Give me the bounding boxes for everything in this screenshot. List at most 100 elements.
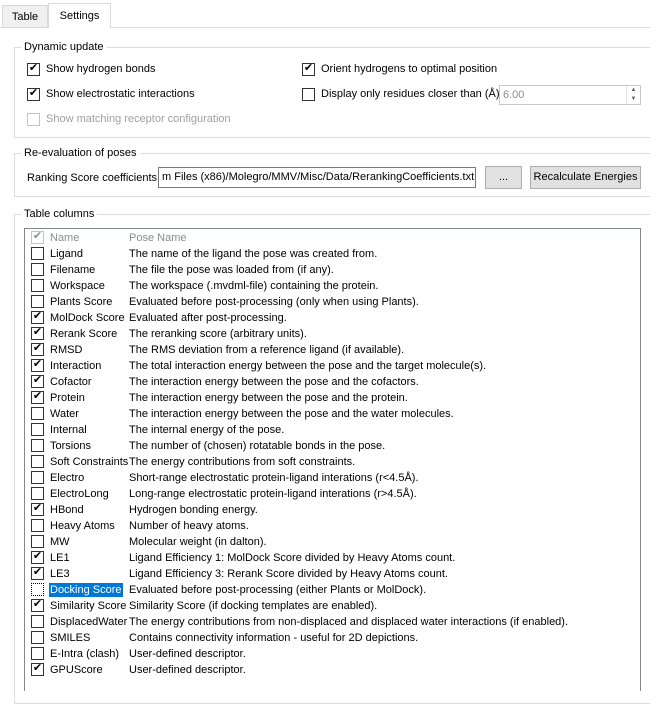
row-checkbox[interactable]: ✔ [31,662,44,676]
table-row[interactable]: Plants Score Evaluated before post-proces… [25,294,640,310]
table-row[interactable]: Ligand The name of the ligand the pose wa… [25,246,640,262]
ranking-path-input[interactable]: m Files (x86)/Molegro/MMV/Misc/Data/Rera… [158,167,476,188]
table-row[interactable]: ✔ Protein The interaction energy between t… [25,390,640,406]
table-row[interactable]: DisplacedWater The energy contributions f… [25,614,640,630]
row-name: LE1 [50,552,70,564]
table-row[interactable]: ✔ RMSD The RMS deviation from a reference … [25,342,640,358]
row-name: Workspace [50,280,105,292]
row-description: The RMS deviation from a reference ligan… [129,344,405,356]
row-checkbox[interactable]: ✔ [31,342,44,356]
row-description: The internal energy of the pose. [129,424,285,436]
table-row[interactable]: Filename The file the pose was loaded fro… [25,262,640,278]
row-name: GPUScore [50,664,103,676]
row-name: MW [50,536,70,548]
show-matching-receptor-label: Show matching receptor configuration [46,113,231,125]
orient-hydrogens-label[interactable]: Orient hydrogens to optimal position [321,62,497,76]
row-checkbox[interactable]: ✔ [31,598,44,612]
distance-spinbox[interactable]: 6.00 ▲ ▼ [499,85,641,105]
row-checkbox[interactable] [31,407,44,420]
check-icon: ✔ [32,342,43,354]
table-row[interactable]: Torsions The number of (chosen) rotatable… [25,438,640,454]
row-checkbox[interactable] [31,247,44,260]
table-row[interactable]: Heavy Atoms Number of heavy atoms. [25,518,640,534]
table-row[interactable]: Workspace The workspace (.mvdml-file) con… [25,278,640,294]
table-row[interactable]: Electro Short-range electrostatic protein… [25,470,640,486]
table-row[interactable]: E-Intra (clash) User-defined descriptor. [25,646,640,662]
row-description: The workspace (.mvdml-file) containing t… [129,280,379,292]
row-name: LE3 [50,568,70,580]
check-icon: ✔ [32,550,43,562]
row-checkbox[interactable]: ✔ [31,374,44,388]
row-description: Short-range electrostatic protein-ligand… [129,472,419,484]
table-row[interactable]: ✔ Cofactor The interaction energy between … [25,374,640,390]
check-icon: ✔ [28,62,39,74]
row-name: Rerank Score [50,328,118,340]
row-checkbox[interactable] [31,423,44,436]
row-description: Evaluated after post-processing. [129,312,287,324]
row-checkbox[interactable] [31,263,44,276]
row-description: The interaction energy between the pose … [129,376,419,388]
row-checkbox[interactable] [31,487,44,500]
table-row[interactable]: MW Molecular weight (in dalton). [25,534,640,550]
check-icon: ✔ [32,230,43,242]
table-row[interactable]: SMILES Contains connectivity information … [25,630,640,646]
check-icon: ✔ [303,62,314,74]
row-checkbox[interactable] [31,615,44,628]
tab-table[interactable]: Table [2,5,48,27]
show-electrostatic-checkbox[interactable]: ✔ [27,87,40,101]
spin-up-icon[interactable]: ▲ [627,86,640,95]
row-checkbox[interactable] [31,583,44,596]
table-row[interactable]: Water The interaction energy between the … [25,406,640,422]
row-description: The interaction energy between the pose … [129,392,408,404]
table-row[interactable]: Soft Constraints The energy contributions… [25,454,640,470]
row-name: HBond [50,504,84,516]
row-checkbox[interactable] [31,631,44,644]
row-checkbox[interactable]: ✔ [31,326,44,340]
show-electrostatic-label[interactable]: Show electrostatic interactions [46,87,195,101]
table-row[interactable]: ✔ Interaction The total interaction energy… [25,358,640,374]
table-row[interactable]: ✔ Rerank Score The reranking score (arbitr… [25,326,640,342]
row-name: Protein [50,392,85,404]
row-checkbox[interactable] [31,519,44,532]
table-row[interactable]: ✔ MolDock Score Evaluated after post-proce… [25,310,640,326]
table-row[interactable]: ✔ LE3 Ligand Efficiency 3: Rerank Score di… [25,566,640,582]
header-checkbox: ✔ [31,230,44,244]
row-description: Ligand Efficiency 3: Rerank Score divide… [129,568,448,580]
row-checkbox[interactable] [31,295,44,308]
row-checkbox[interactable]: ✔ [31,502,44,516]
row-checkbox[interactable]: ✔ [31,358,44,372]
name-column-header: Name [50,232,80,244]
browse-button[interactable]: ... [485,166,522,189]
row-checkbox[interactable] [31,279,44,292]
table-row[interactable]: Docking Score Evaluated before post-proce… [25,582,640,598]
row-checkbox[interactable] [31,455,44,468]
row-checkbox[interactable]: ✔ [31,310,44,324]
display-closer-checkbox[interactable] [302,88,315,101]
table-row[interactable]: ✔ GPUScore User-defined descriptor. [25,662,640,678]
display-closer-label[interactable]: Display only residues closer than (Å): [321,87,503,101]
spin-buttons[interactable]: ▲ ▼ [626,86,640,104]
table-row[interactable]: ElectroLong Long-range electrostatic prot… [25,486,640,502]
row-checkbox[interactable] [31,535,44,548]
row-checkbox[interactable]: ✔ [31,566,44,580]
row-checkbox[interactable] [31,439,44,452]
row-checkbox[interactable] [31,647,44,660]
table-row[interactable]: ✔ Similarity Score Similarity Score (if do… [25,598,640,614]
row-checkbox[interactable] [31,471,44,484]
row-name: Cofactor [50,376,92,388]
row-name: Heavy Atoms [50,520,115,532]
table-row[interactable]: ✔ HBond Hydrogen bonding energy. [25,502,640,518]
recalculate-energies-button[interactable]: Recalculate Energies [530,166,641,189]
show-hbonds-checkbox[interactable]: ✔ [27,62,40,76]
row-checkbox[interactable]: ✔ [31,550,44,564]
row-checkbox[interactable]: ✔ [31,390,44,404]
table-row[interactable]: Internal The internal energy of the pose. [25,422,640,438]
tab-settings[interactable]: Settings [48,3,111,28]
columns-list[interactable]: ✔ Name Pose Name Ligand The name of the l… [24,228,641,691]
orient-hydrogens-checkbox[interactable]: ✔ [302,62,315,76]
spin-down-icon[interactable]: ▼ [627,95,640,104]
row-description: User-defined descriptor. [129,648,246,660]
row-name: Interaction [50,360,102,372]
show-hbonds-label[interactable]: Show hydrogen bonds [46,62,155,76]
table-row[interactable]: ✔ LE1 Ligand Efficiency 1: MolDock Score d… [25,550,640,566]
